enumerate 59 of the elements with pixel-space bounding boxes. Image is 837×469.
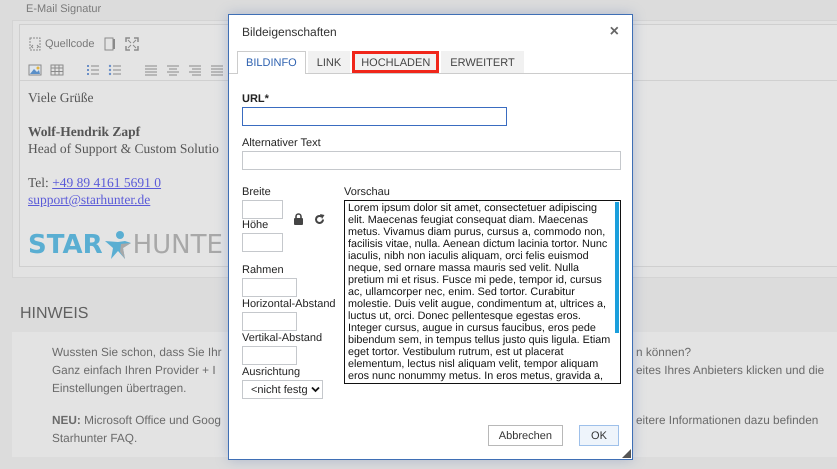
notice-text: Einstellungen übertragen. <box>52 380 186 397</box>
alt-text-field[interactable] <box>242 151 621 170</box>
dialog-title: Bildeigenschaften <box>242 25 337 39</box>
notice-heading: HINWEIS <box>20 305 88 324</box>
source-code-icon <box>28 37 42 51</box>
tab[interactable]: LINK <box>308 51 350 73</box>
field-label: Rahmen <box>242 264 284 276</box>
preview-text: Lorem ipsum dolor sit amet, consectetuer adipiscing elit. Maecenas feugiat consequat diam. Maecenas metus. Vivamus diam purus, cursus a, commodo non, facilisis vitae, nulla. Aenean dictum lacinia tortor. Nunc iaculis, nibh non iaculis aliquam, orci felis euismod neque, sed ornare massa mauris sed velit. Nulla pretium mi et risus. Fusce mi pede, tempor id, cursus ac, ullamcorper nec, enim. Sed tortor. Curabitur molestie. Duis velit augue, condimentum at, ultrices a, luctus ut, orci. Donec pellentesque egestas eros. Integer cursus, augue in cursus faucibus, eros pede bibendum sem, in tempus tellus justo quis ligula. Etiam eget tortor. Vestibulum rutrum, est ut placerat elementum, lectus nisl aliquam velit, tempor aliquam eros nunc nonummy metus. In eros metus, gravida a, <box>348 202 612 382</box>
source-button[interactable]: Quellcode <box>28 37 95 51</box>
signature-name: Wolf-Hendrik Zapf <box>28 123 140 140</box>
section-label: E-Mail Signatur <box>25 2 102 17</box>
url-field[interactable] <box>242 107 507 126</box>
align-left-icon[interactable] <box>144 63 158 77</box>
scrollbar-thumb[interactable] <box>615 202 619 333</box>
table-icon[interactable] <box>50 63 64 77</box>
size-field[interactable] <box>242 200 283 219</box>
field-label: Vorschau <box>344 186 390 198</box>
notice-text: Wussten Sie schon, dass Sie Ihr <box>52 344 222 361</box>
notice-text: NEU: Microsoft Office und Goog <box>52 412 221 429</box>
notice-text: n können? <box>636 344 692 361</box>
notice-text: eitere Informationen dazu befinden <box>636 412 818 429</box>
phone-link[interactable]: +49 89 4161 5691 0 <box>52 175 162 190</box>
email-link[interactable]: support@starhunter.de <box>28 192 150 207</box>
phone-label: Tel: <box>28 175 49 190</box>
field-label: Horizontal-Abstand <box>242 298 336 310</box>
align-right-icon[interactable] <box>188 63 202 77</box>
resize-grip-icon[interactable] <box>622 449 631 458</box>
field-label: Vertikal-Abstand <box>242 332 322 344</box>
notice-text: Ganz einfach Ihren Provider + I <box>52 362 216 379</box>
notice-text: Starhunter FAQ. <box>52 430 138 447</box>
bullet-list-icon[interactable] <box>108 63 122 77</box>
close-button[interactable]: × <box>610 23 619 41</box>
field-label: Höhe <box>242 219 268 231</box>
field-label: Alternativer Text <box>242 137 321 149</box>
tab[interactable]: BILDINFO <box>237 51 306 74</box>
ok-button[interactable]: OK <box>579 425 619 446</box>
cancel-button[interactable]: Abbrechen <box>488 425 563 446</box>
image-icon[interactable] <box>28 63 42 77</box>
spacing-field[interactable] <box>242 346 297 365</box>
notice-text: eites Ihres Anbieters klicken und die <box>636 362 824 379</box>
size-field[interactable] <box>242 233 283 252</box>
alignment-select[interactable]: <nicht festg <box>242 380 323 399</box>
align-center-icon[interactable] <box>166 63 180 77</box>
field-label: URL* <box>242 93 269 105</box>
lock-icon[interactable] <box>293 213 304 225</box>
spacing-field[interactable] <box>242 312 297 331</box>
align-justify-icon[interactable] <box>210 63 224 77</box>
reset-icon[interactable] <box>314 214 325 224</box>
tab[interactable]: HOCHLADEN <box>352 51 440 73</box>
greeting-text: Viele Grüße <box>28 89 94 106</box>
numbered-list-icon[interactable] <box>86 63 100 77</box>
maximize-icon[interactable] <box>124 37 139 51</box>
signature-position: Head of Support & Custom Solutio <box>28 140 219 157</box>
chevron-down-icon <box>311 386 320 393</box>
tab[interactable]: ERWEITERT <box>441 51 524 73</box>
field-label: Breite <box>242 186 271 198</box>
field-label: Ausrichtung <box>242 366 300 378</box>
spacing-field[interactable] <box>242 278 297 297</box>
document-icon[interactable] <box>102 37 117 51</box>
